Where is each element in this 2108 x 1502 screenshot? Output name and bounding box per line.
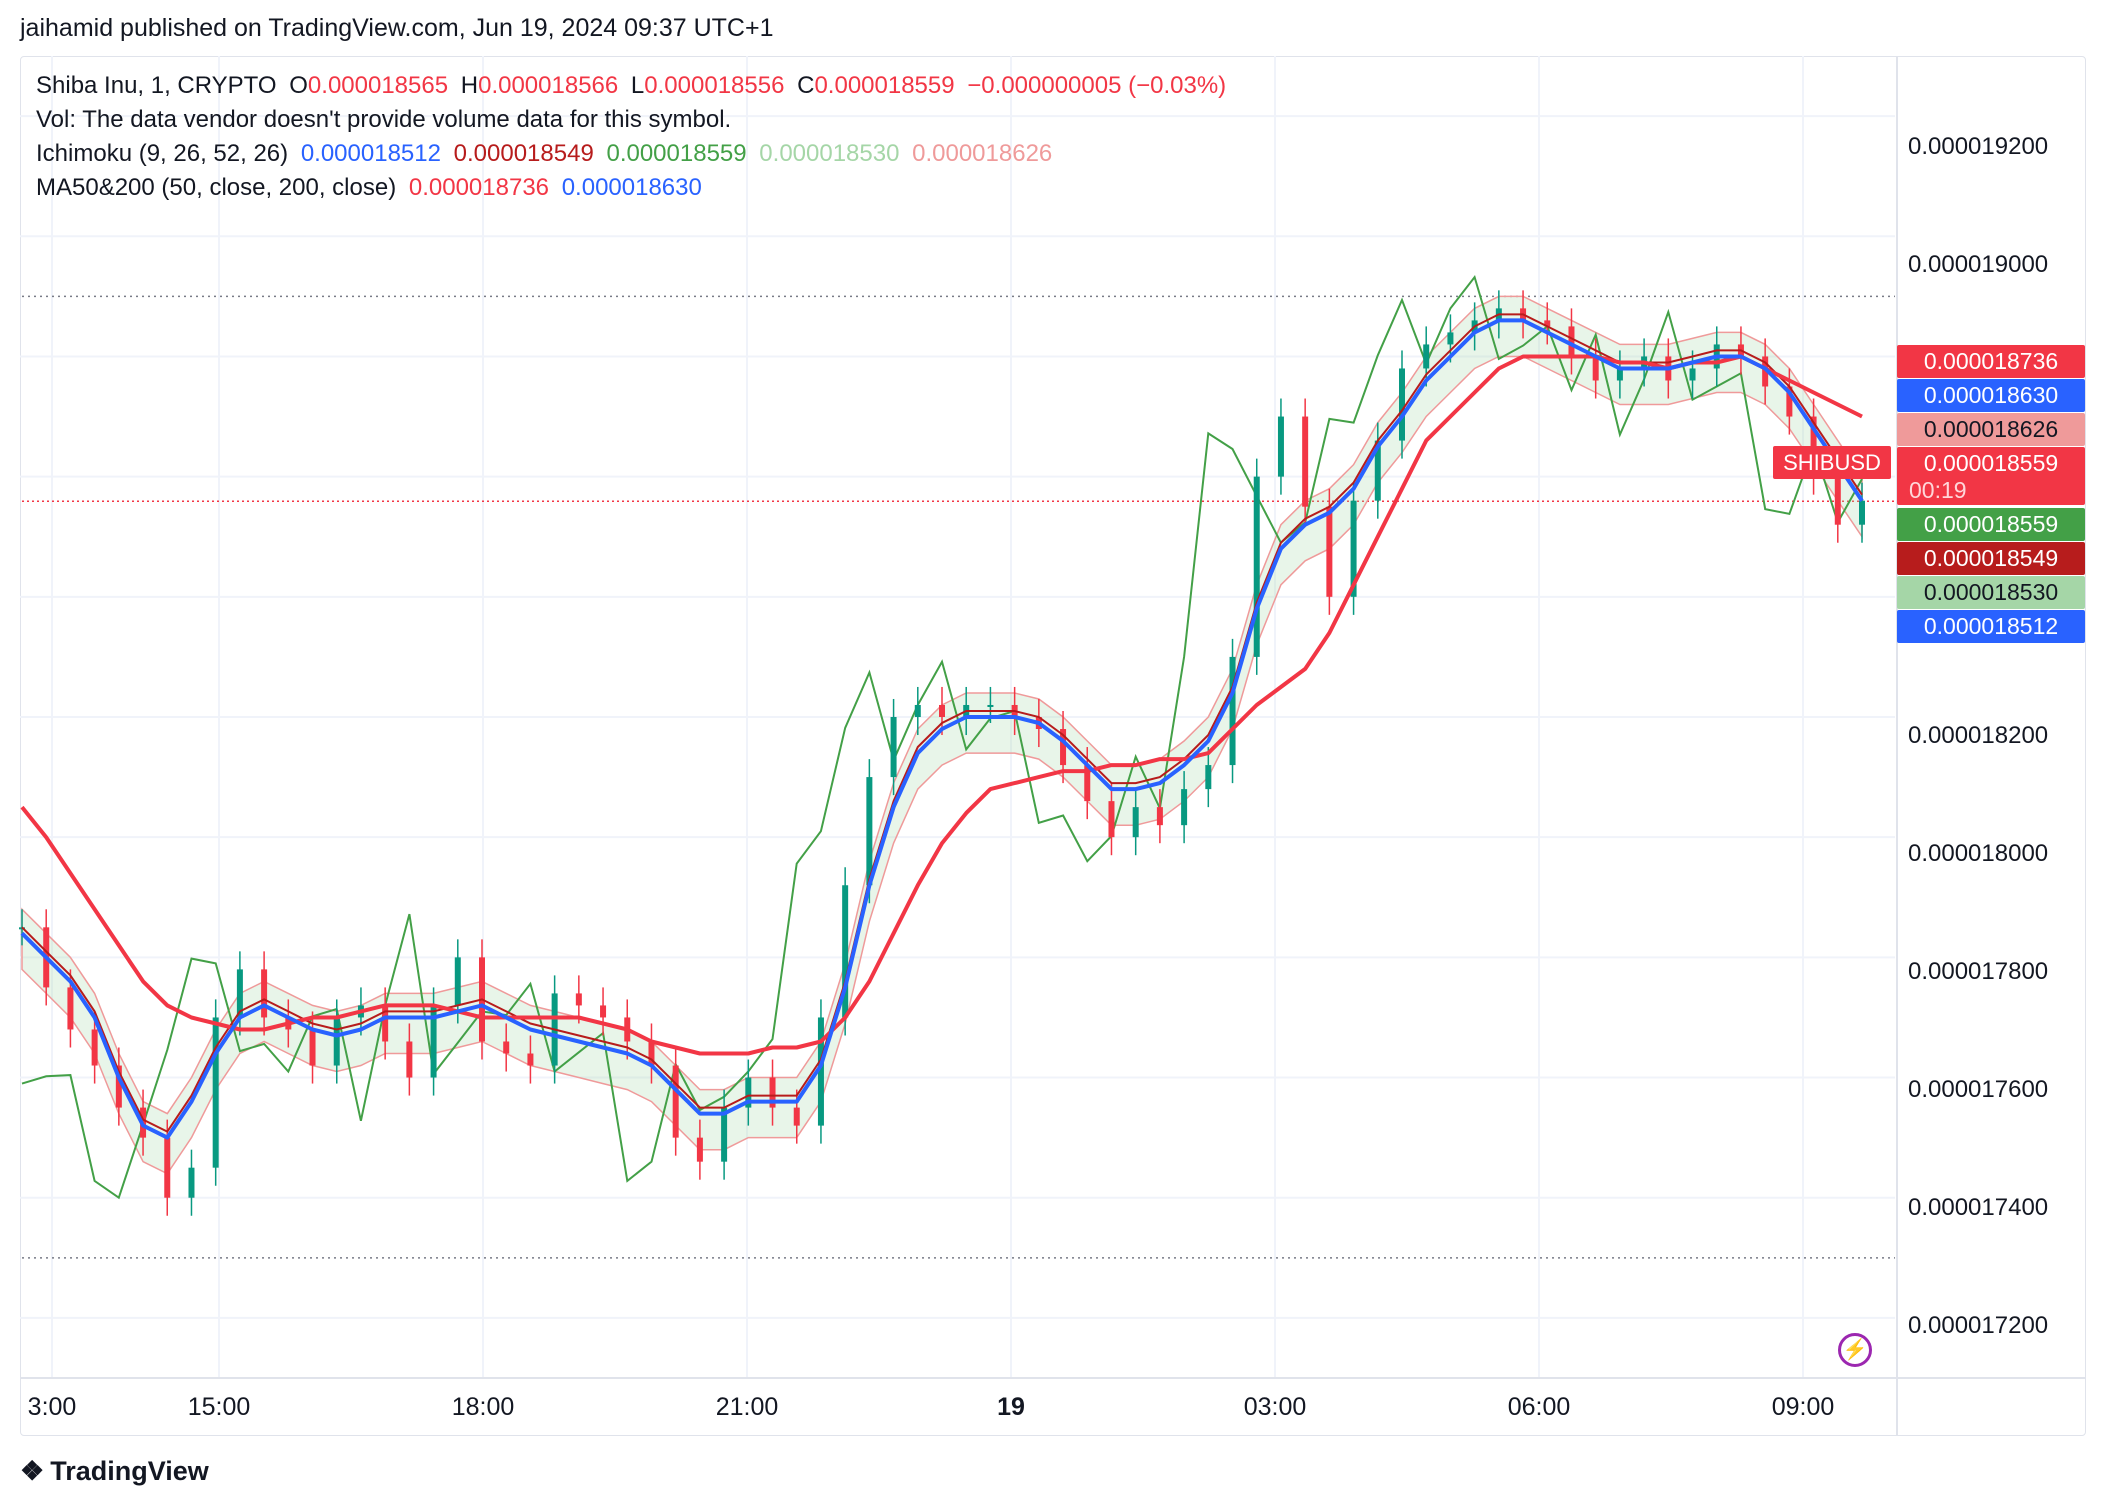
leading-span-a-badge: 0.000018530 (1897, 576, 2085, 609)
candle-body (1229, 656, 1236, 766)
legend-vol-text: Vol: The data vendor doesn't provide vol… (36, 106, 732, 133)
candle-body (1302, 416, 1309, 507)
candle-body (672, 1065, 679, 1138)
tradingview-logo-text: TradingView (50, 1456, 209, 1486)
time-axis-label: 21:00 (715, 1393, 779, 1421)
tradingview-logo-icon: ❖ (20, 1456, 44, 1486)
candle-body (890, 717, 897, 778)
legend-open-label: O (289, 72, 308, 99)
lightning-icon[interactable]: ⚡ (1838, 1333, 1872, 1367)
time-axis-label-day: 19 (997, 1393, 1025, 1421)
legend-ichimoku-leading-a: 0.000018530 (759, 140, 900, 167)
legend-high-label: H (460, 72, 479, 99)
candle-body (987, 704, 994, 707)
price-axis-label: 0.000019200 (1908, 133, 2049, 160)
symbol-tag: SHIBUSD (1773, 446, 1891, 479)
price-axis-label: 0.000017600 (1908, 1076, 2049, 1103)
legend-ma50-value: 0.000018630 (561, 174, 702, 201)
legend-ma200-value: 0.000018736 (408, 174, 550, 201)
legend-ohlc-row: Shiba Inu, 1, CRYPTO O0.000018565 H0.000… (36, 72, 1232, 100)
candle-body (1253, 476, 1260, 657)
time-axis-label: 15:00 (187, 1393, 251, 1421)
legend-symbol[interactable]: Shiba Inu, 1, CRYPTO (36, 72, 277, 99)
legend-ichimoku-leading-b: 0.000018626 (912, 140, 1053, 167)
legend-ma-row[interactable]: MA50&200 (50, close, 200, close) 0.00001… (36, 174, 708, 202)
candle-body (721, 1107, 728, 1162)
price-chart[interactable] (0, 0, 2108, 1502)
legend-high: 0.000018566 (478, 72, 619, 99)
candle-body (212, 1017, 219, 1168)
candle-body (406, 1041, 413, 1078)
base-line-badge: 0.000018549 (1897, 542, 2085, 575)
candle-body (1277, 416, 1284, 477)
legend-volume-row: Vol: The data vendor doesn't provide vol… (36, 106, 737, 134)
candle-body (1399, 368, 1405, 441)
candle-body (503, 1041, 510, 1054)
candle-body (914, 704, 921, 717)
candle-body (67, 987, 74, 1030)
price-axis-label: 0.000017800 (1908, 958, 2049, 985)
candle-body (1592, 356, 1599, 381)
legend-open: 0.000018565 (307, 72, 449, 99)
candle-body (188, 1167, 195, 1198)
candle-body (1689, 368, 1696, 381)
legend-ma-label[interactable]: MA50&200 (50, close, 200, close) (36, 174, 396, 201)
time-axis-label: 18:00 (451, 1393, 515, 1421)
candle-body (1326, 506, 1333, 597)
candle-body (1447, 332, 1454, 345)
candle-body (1132, 807, 1139, 838)
legend-close: 0.000018559 (814, 72, 955, 99)
candle-body (1181, 789, 1188, 826)
time-axis-label: 06:00 (1507, 1393, 1571, 1421)
candle-body (575, 993, 582, 1006)
legend-ichimoku-lagging: 0.000018559 (606, 140, 747, 167)
legend-low: 0.000018556 (644, 72, 785, 99)
price-axis-label: 0.000017400 (1908, 1194, 2049, 1221)
candle-body (1205, 765, 1212, 790)
ma50-price-badge: 0.000018630 (1897, 379, 2085, 412)
ma200-price-badge: 0.000018736 (1897, 345, 2085, 378)
candle-body (164, 1137, 171, 1198)
tradingview-logo[interactable]: ❖ TradingView (20, 1456, 209, 1487)
time-axis-label: 3:00 (27, 1393, 77, 1421)
legend-change: −0.000000005 (−0.03%) (967, 72, 1227, 99)
candle-body (1108, 801, 1115, 838)
legend-low-label: L (630, 72, 645, 99)
candle-body (91, 1029, 98, 1066)
candle-body (939, 704, 945, 717)
candle-body (793, 1107, 800, 1126)
candle-body (454, 957, 461, 1006)
candle-body (1859, 500, 1865, 525)
leading-span-b-badge: 0.000018626 (1897, 413, 2085, 446)
price-axis-label: 0.000018200 (1908, 722, 2049, 749)
candle-body (261, 969, 268, 1018)
time-axis-label: 09:00 (1771, 1393, 1835, 1421)
price-axis-label: 0.000019000 (1908, 251, 2049, 278)
legend-ichimoku-conversion: 0.000018512 (300, 140, 441, 167)
candle-body (309, 1029, 316, 1066)
candle-body (696, 1137, 703, 1162)
candle-body (333, 1017, 340, 1066)
legend-ichimoku-base: 0.000018549 (453, 140, 594, 167)
legend-ichimoku-label[interactable]: Ichimoku (9, 26, 52, 26) (36, 140, 288, 167)
price-axis-label: 0.000017200 (1908, 1312, 2049, 1339)
candle-body (866, 777, 873, 886)
conversion-line-badge: 0.000018512 (1897, 610, 2085, 643)
time-axis-label: 03:00 (1243, 1393, 1307, 1421)
lagging-span-badge: 0.000018559 (1897, 508, 2085, 541)
candle-body (1156, 807, 1163, 826)
legend-ichimoku-row[interactable]: Ichimoku (9, 26, 52, 26) 0.000018512 0.0… (36, 140, 1058, 168)
candle-body (1834, 476, 1841, 525)
candle-body (527, 1053, 534, 1066)
bar-countdown: 00:19 (1897, 475, 2085, 505)
price-axis-label: 0.000018000 (1908, 840, 2049, 867)
candle-body (600, 1005, 607, 1018)
ichimoku-cloud (21, 295, 1863, 1175)
legend-close-label: C (797, 72, 815, 99)
candle-body (1423, 344, 1430, 369)
